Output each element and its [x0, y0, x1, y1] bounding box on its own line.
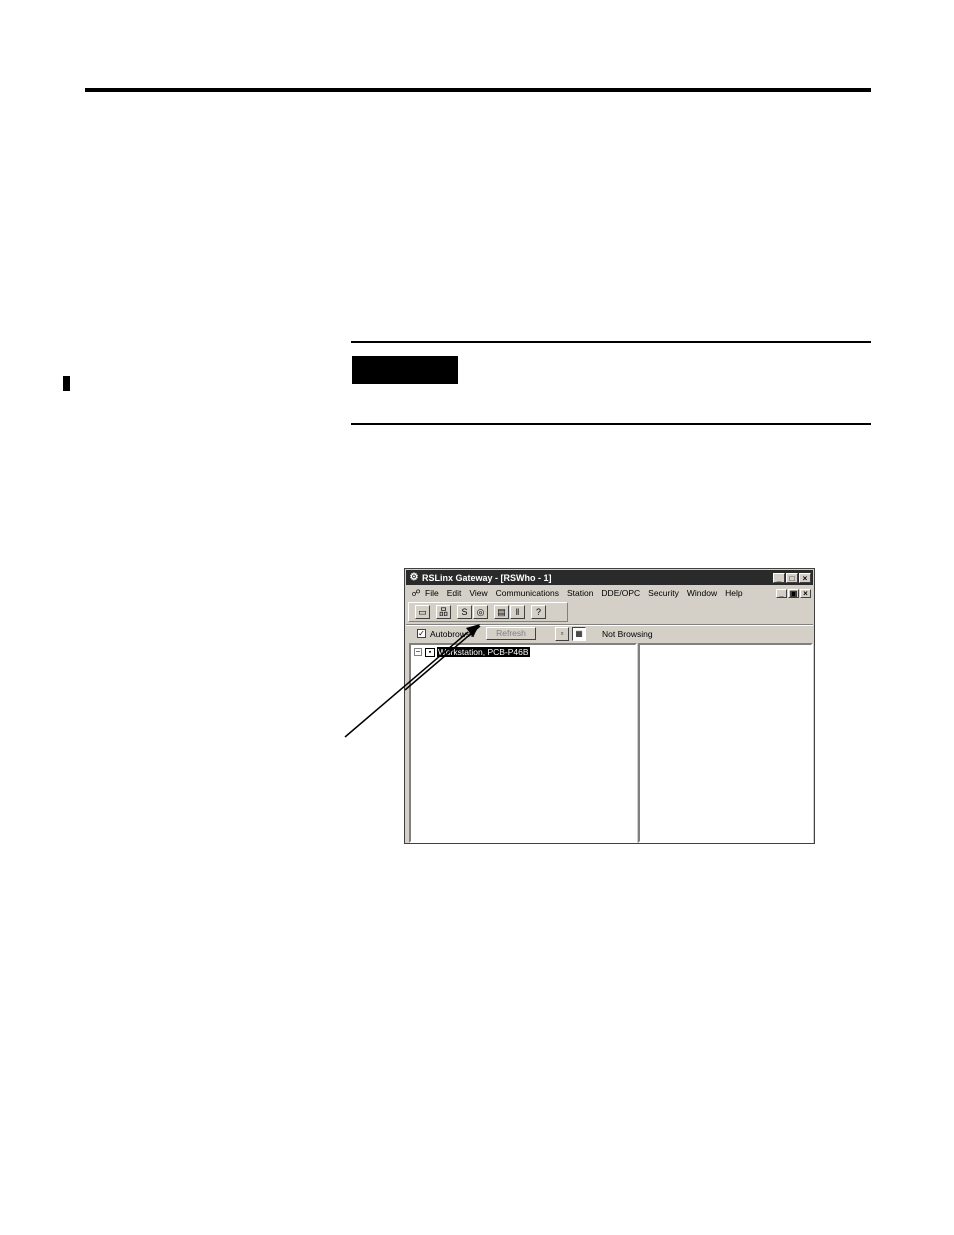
diagnostics-icon[interactable]: ǁ [510, 605, 525, 619]
tree-pane[interactable]: − ▪ Workstation, PCB-P46B [409, 643, 637, 843]
note-top-rule [351, 341, 871, 343]
station-icon[interactable]: ▤ [494, 605, 509, 619]
collapse-icon[interactable]: − [414, 648, 422, 656]
toolbar: ▭ 品 S ◎ ▤ ǁ ? [408, 602, 568, 622]
rswho-document-icon[interactable]: ☍ [410, 588, 422, 599]
details-view-icon[interactable]: ▦ [572, 627, 586, 641]
browse-bar: ✓ Autobrowse Refresh ▫ ▦ Not Browsing [406, 626, 813, 642]
mdi-close-button[interactable]: × [800, 588, 811, 598]
menu-view[interactable]: View [469, 588, 487, 598]
device-list-pane[interactable] [638, 643, 813, 843]
page-top-rule [85, 88, 871, 92]
device-properties-icon[interactable]: ◎ [473, 605, 488, 619]
help-icon[interactable]: ? [531, 605, 546, 619]
workstation-icon: ▪ [425, 647, 435, 657]
tree-node-label[interactable]: Workstation, PCB-P46B [437, 647, 530, 657]
tree-node-workstation[interactable]: − ▪ Workstation, PCB-P46B [414, 647, 530, 657]
open-icon[interactable]: ▭ [415, 605, 430, 619]
minimize-button[interactable]: _ [773, 572, 785, 583]
note-bottom-rule [351, 423, 871, 425]
menu-bar: ☍ File Edit View Communications Station … [406, 586, 813, 600]
menu-dde-opc[interactable]: DDE/OPC [601, 588, 640, 598]
refresh-button[interactable]: Refresh [486, 627, 536, 640]
menu-help[interactable]: Help [725, 588, 742, 598]
window-title: RSLinx Gateway - [RSWho - 1] [422, 572, 552, 583]
mdi-restore-button[interactable]: ▣ [788, 588, 799, 598]
menu-station[interactable]: Station [567, 588, 593, 598]
menu-edit[interactable]: Edit [447, 588, 462, 598]
mdi-minimize-button[interactable]: _ [776, 588, 787, 598]
change-bar [63, 376, 70, 391]
autobrowse-checkbox[interactable]: ✓ [417, 629, 426, 638]
rslinx-app-icon[interactable]: ⚙ [408, 572, 420, 583]
note-label-box [352, 356, 458, 384]
close-button[interactable]: × [799, 572, 811, 583]
menu-security[interactable]: Security [648, 588, 679, 598]
browse-status: Not Browsing [602, 629, 653, 639]
rslinx-window: ⚙ RSLinx Gateway - [RSWho - 1] _ □ × ☍ F… [404, 568, 815, 844]
menu-file[interactable]: File [425, 588, 439, 598]
menu-communications[interactable]: Communications [496, 588, 559, 598]
maximize-button[interactable]: □ [786, 572, 798, 583]
menu-window[interactable]: Window [687, 588, 717, 598]
title-bar[interactable]: ⚙ RSLinx Gateway - [RSWho - 1] _ □ × [406, 570, 813, 585]
mdi-window-controls: _ ▣ × [776, 588, 811, 598]
list-view-icon[interactable]: ▫ [555, 627, 569, 641]
configure-drivers-icon[interactable]: S [457, 605, 472, 619]
autobrowse-label: Autobrowse [430, 629, 475, 639]
window-controls: _ □ × [773, 572, 811, 583]
network-icon[interactable]: 品 [436, 605, 451, 619]
